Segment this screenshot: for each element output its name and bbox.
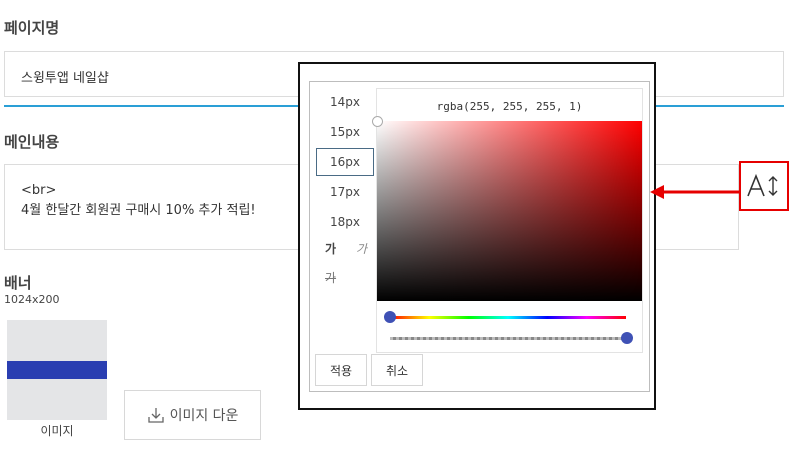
- cancel-button[interactable]: 취소: [371, 354, 423, 386]
- font-size-icon: [746, 173, 782, 199]
- download-icon: [147, 406, 165, 424]
- font-size-option-16[interactable]: 16px: [316, 148, 374, 176]
- font-style-popup: 14px 15px 16px 17px 18px 가 가 가 rgba(255,…: [298, 62, 656, 410]
- italic-button[interactable]: 가: [356, 240, 367, 257]
- saturation-handle[interactable]: [372, 116, 383, 127]
- alpha-slider[interactable]: [390, 337, 626, 340]
- font-size-option-14[interactable]: 14px: [316, 88, 374, 116]
- image-download-button[interactable]: 이미지 다운: [124, 390, 261, 440]
- banner-thumbnail-stripe: [7, 361, 107, 379]
- apply-button[interactable]: 적용: [315, 354, 367, 386]
- hue-slider-handle[interactable]: [384, 311, 396, 323]
- arrow-left-icon: [650, 185, 740, 199]
- font-size-option-15[interactable]: 15px: [316, 118, 374, 146]
- font-size-option-17[interactable]: 17px: [316, 178, 374, 206]
- strikethrough-button[interactable]: 가: [325, 269, 336, 286]
- banner-title: 배너: [4, 274, 32, 292]
- main-content-title: 메인내용: [4, 133, 60, 151]
- bold-button[interactable]: 가: [325, 240, 336, 257]
- color-picker: rgba(255, 255, 255, 1): [372, 88, 643, 353]
- banner-thumbnail[interactable]: [7, 320, 107, 420]
- image-download-label: 이미지 다운: [169, 408, 239, 424]
- alpha-slider-handle[interactable]: [621, 332, 633, 344]
- font-style-popup-inner: 14px 15px 16px 17px 18px 가 가 가 rgba(255,…: [309, 81, 650, 392]
- font-size-option-18[interactable]: 18px: [316, 208, 374, 236]
- saturation-value-area[interactable]: [377, 121, 642, 301]
- color-value-text: rgba(255, 255, 255, 1): [436, 100, 583, 113]
- banner-image-caption: 이미지: [40, 424, 74, 438]
- hue-slider[interactable]: [390, 316, 626, 319]
- page-name-title: 페이지명: [4, 19, 60, 37]
- font-size-button[interactable]: [739, 161, 789, 211]
- page-name-value: 스윙투앱 네일샵: [21, 71, 109, 86]
- banner-size: 1024x200: [4, 293, 60, 306]
